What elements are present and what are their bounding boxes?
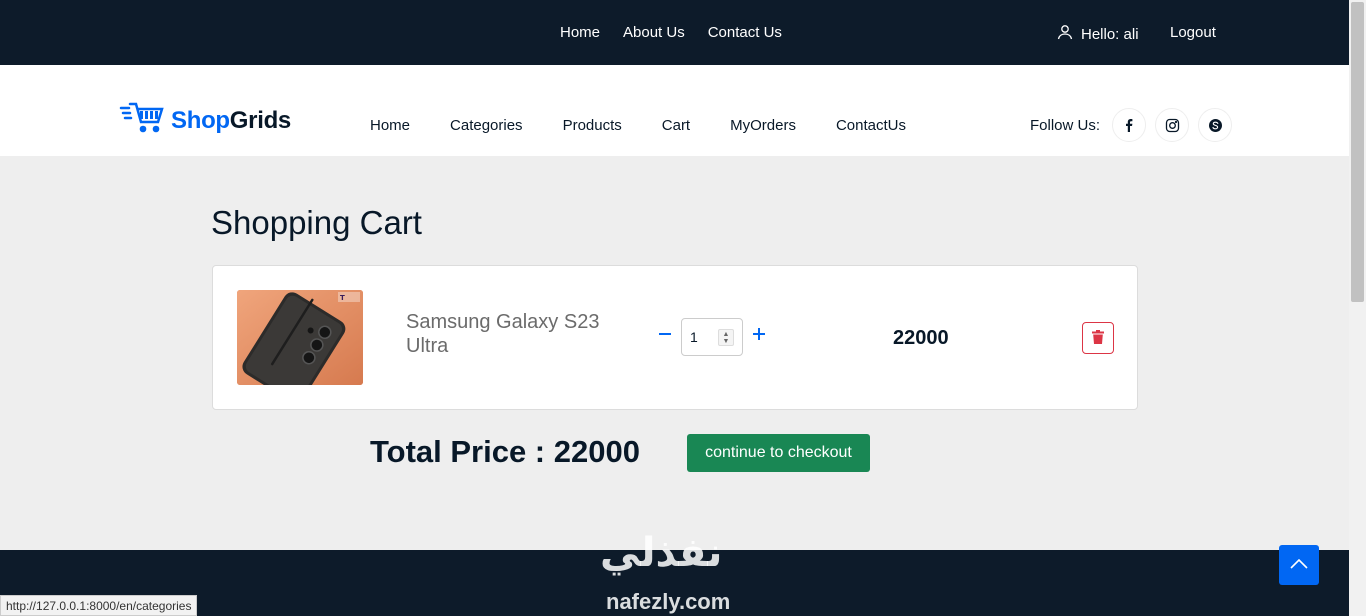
quantity-input[interactable]: 1 ▲ ▼ <box>681 318 743 356</box>
greeting-text: Hello: ali <box>1081 25 1139 43</box>
chevron-up-icon <box>1290 556 1308 574</box>
user-greeting: Hello: ali <box>1057 24 1139 44</box>
scroll-to-top-button[interactable] <box>1279 545 1319 585</box>
page-scrollbar[interactable] <box>1349 0 1366 616</box>
cart-logo-icon <box>119 100 165 141</box>
site-logo[interactable]: ShopGrids <box>119 100 291 141</box>
follow-us-label: Follow Us: <box>1030 117 1101 134</box>
chevron-down-icon[interactable]: ▼ <box>723 338 730 345</box>
trash-icon <box>1092 329 1104 347</box>
nav-cart[interactable]: Cart <box>662 117 690 134</box>
user-icon <box>1057 24 1073 44</box>
top-nav-home[interactable]: Home <box>560 24 600 41</box>
item-price: 22000 <box>893 327 949 349</box>
quantity-decrease-button[interactable] <box>655 324 675 344</box>
watermark-arabic: نفذلي <box>600 530 723 576</box>
main-nav: Home Categories Products Cart MyOrders C… <box>370 117 906 134</box>
cart-item-card: T Samsung Galaxy S23 Ultra 1 ▲ ▼ 22000 <box>212 265 1138 410</box>
instagram-icon[interactable] <box>1155 108 1189 142</box>
top-nav: Home About Us Contact Us <box>560 24 782 41</box>
facebook-icon[interactable] <box>1112 108 1146 142</box>
logout-link[interactable]: Logout <box>1170 24 1216 41</box>
skype-icon[interactable] <box>1198 108 1232 142</box>
nav-categories[interactable]: Categories <box>450 117 523 134</box>
status-bar-url: http://127.0.0.1:8000/en/categories <box>0 595 198 616</box>
page-title: Shopping Cart <box>211 204 422 241</box>
logo-text: ShopGrids <box>171 106 291 134</box>
svg-text:T: T <box>340 294 345 302</box>
main-header: ShopGrids Home Categories Products Cart … <box>0 65 1349 156</box>
delete-item-button[interactable] <box>1082 322 1114 354</box>
product-image[interactable]: T <box>237 290 363 385</box>
total-price: Total Price : 22000 <box>370 434 640 469</box>
quantity-increase-button[interactable] <box>749 324 769 344</box>
quantity-spinner[interactable]: ▲ ▼ <box>718 329 734 346</box>
nav-myorders[interactable]: MyOrders <box>730 117 796 134</box>
top-nav-about-us[interactable]: About Us <box>623 24 685 41</box>
nav-contactus[interactable]: ContactUs <box>836 117 906 134</box>
scrollbar-thumb[interactable] <box>1351 2 1364 302</box>
watermark-url: nafezly.com <box>606 589 731 614</box>
checkout-button[interactable]: continue to checkout <box>687 434 870 472</box>
nav-home[interactable]: Home <box>370 117 410 134</box>
top-bar: Home About Us Contact Us Hello: ali Logo… <box>0 0 1349 65</box>
product-name[interactable]: Samsung Galaxy S23 Ultra <box>406 310 626 358</box>
chevron-up-icon[interactable]: ▲ <box>723 331 730 338</box>
nav-products[interactable]: Products <box>563 117 622 134</box>
top-nav-contact-us[interactable]: Contact Us <box>708 24 782 41</box>
quantity-value: 1 <box>690 329 698 345</box>
